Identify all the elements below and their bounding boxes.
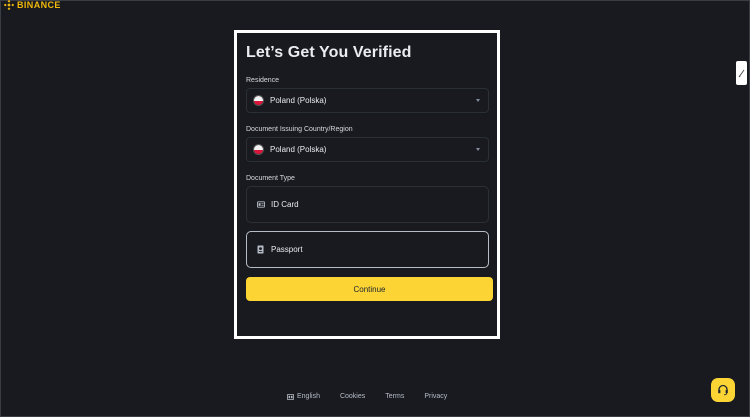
document-option-id-card[interactable]: ID Card — [246, 186, 489, 223]
chevron-down-icon — [476, 148, 480, 151]
continue-button[interactable]: Continue — [246, 277, 493, 301]
poland-flag-icon — [253, 95, 264, 106]
document-type-label: Document Type — [246, 175, 295, 182]
language-selector[interactable]: English — [287, 393, 320, 400]
residence-select[interactable]: Poland (Polska) — [246, 88, 489, 113]
brand-logo[interactable]: BINANCE — [4, 0, 61, 10]
verification-card: Let’s Get You Verified Residence Poland … — [234, 30, 500, 339]
issuing-country-label: Document Issuing Country/Region — [246, 126, 353, 133]
footer-link-terms[interactable]: Terms — [385, 393, 404, 400]
footer: English Cookies Terms Privacy — [287, 393, 447, 400]
residence-value: Poland (Polska) — [270, 96, 327, 105]
document-option-label: ID Card — [271, 200, 299, 209]
edit-icon — [738, 69, 745, 77]
support-chat-button[interactable] — [711, 378, 735, 402]
page-title: Let’s Get You Verified — [246, 44, 412, 61]
residence-label: Residence — [246, 77, 280, 84]
brand-name: BINANCE — [17, 0, 61, 10]
binance-logo-icon — [4, 0, 14, 10]
headset-icon — [718, 384, 728, 396]
language-label: English — [297, 393, 320, 400]
poland-flag-icon — [253, 144, 264, 155]
document-option-label: Passport — [271, 245, 303, 254]
language-icon — [287, 393, 294, 400]
feedback-tab[interactable] — [736, 61, 747, 85]
footer-link-privacy[interactable]: Privacy — [424, 393, 447, 400]
id-card-icon — [257, 201, 265, 209]
issuing-country-value: Poland (Polska) — [270, 145, 327, 154]
passport-icon — [257, 245, 265, 254]
issuing-country-select[interactable]: Poland (Polska) — [246, 137, 489, 162]
footer-link-cookies[interactable]: Cookies — [340, 393, 365, 400]
chevron-down-icon — [476, 99, 480, 102]
document-option-passport[interactable]: Passport — [246, 231, 489, 268]
